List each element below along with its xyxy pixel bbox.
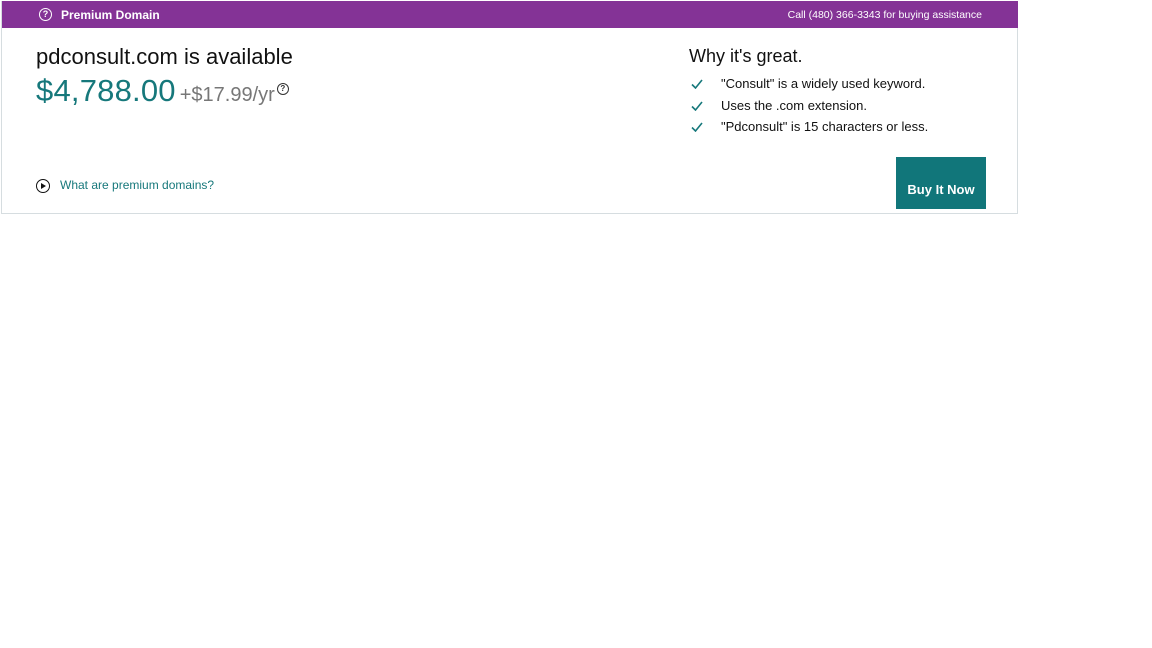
question-circle-icon[interactable]: ? bbox=[276, 83, 289, 95]
banner-title: Premium Domain bbox=[61, 8, 160, 22]
question-circle-icon[interactable]: ? bbox=[39, 8, 52, 21]
reason-text: Uses the .com extension. bbox=[721, 97, 867, 113]
price-row: $4,788.00 +$17.99/yr? bbox=[36, 73, 289, 109]
reason-item: Uses the .com extension. bbox=[689, 97, 928, 119]
renewal-price: +$17.99/yr bbox=[179, 84, 275, 106]
reason-item: "Consult" is a widely used keyword. bbox=[689, 75, 928, 97]
buying-assistance-phone: Call (480) 366-3343 for buying assistanc… bbox=[787, 9, 982, 21]
check-icon bbox=[691, 79, 703, 89]
why-great-list: "Consult" is a widely used keyword. Uses… bbox=[689, 75, 928, 140]
reason-text: "Pdconsult" is 15 characters or less. bbox=[721, 119, 929, 134]
premium-domain-card: ? Premium Domain Call (480) 366-3343 for… bbox=[1, 1, 1018, 214]
check-icon bbox=[691, 100, 703, 111]
domain-availability-headline: pdconsult.com is available bbox=[36, 44, 293, 69]
reason-text: "Consult" is a widely used keyword. bbox=[721, 76, 926, 91]
premium-link-label[interactable]: What are premium domains? bbox=[60, 178, 214, 192]
reason-item: "Pdconsult" is 15 characters or less. bbox=[689, 118, 928, 140]
buy-it-now-button[interactable]: Buy It Now bbox=[896, 157, 986, 209]
play-circle-icon[interactable] bbox=[36, 179, 50, 193]
what-are-premium-domains-link[interactable]: What are premium domains? bbox=[36, 178, 214, 193]
domain-price: $4,788.00 bbox=[36, 73, 176, 108]
check-icon bbox=[691, 122, 703, 132]
premium-domain-banner: ? Premium Domain Call (480) 366-3343 for… bbox=[2, 1, 1018, 28]
why-great-title: Why it's great. bbox=[689, 46, 803, 66]
